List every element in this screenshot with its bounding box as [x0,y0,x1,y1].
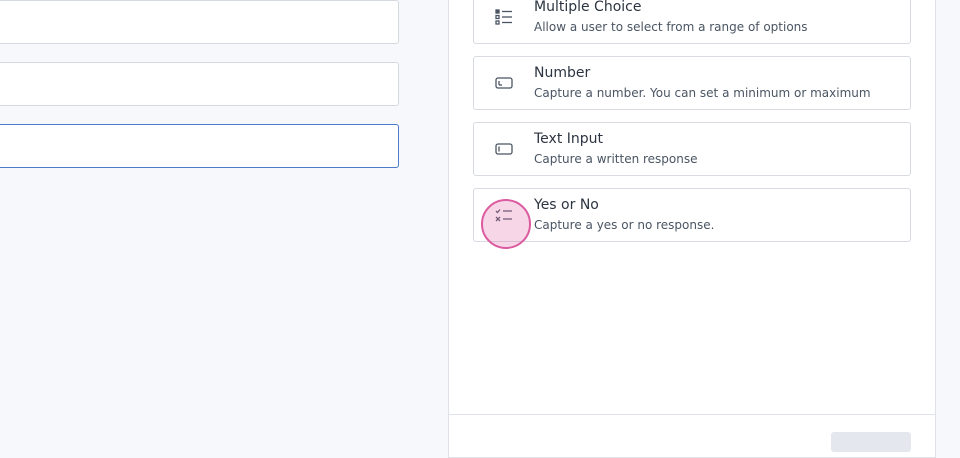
panel-footer-divider [449,414,935,415]
option-description: Capture a number. You can set a minimum … [534,86,871,100]
option-title: Text Input [534,131,604,147]
check-cross-list-icon [494,205,514,225]
option-yes-or-no[interactable]: Yes or No Capture a yes or no response. [473,188,911,242]
option-multiple-choice[interactable]: Multiple Choice Allow a user to select f… [473,0,911,44]
option-description: Capture a written response [534,152,698,166]
option-title: Yes or No [534,197,599,213]
text-input-icon [494,139,514,159]
form-input-1[interactable] [0,0,399,44]
option-description: Allow a user to select from a range of o… [534,20,808,34]
form-input-2[interactable] [0,62,399,106]
option-number[interactable]: Number Capture a number. You can set a m… [473,56,911,110]
option-text-input[interactable]: Text Input Capture a written response [473,122,911,176]
option-title: Number [534,65,591,81]
form-input-3[interactable] [0,124,399,168]
panel-footer-button[interactable] [831,432,911,452]
option-description: Capture a yes or no response. [534,218,715,232]
number-input-icon [494,73,514,93]
option-title: Multiple Choice [534,0,642,15]
list-icon [494,7,514,27]
